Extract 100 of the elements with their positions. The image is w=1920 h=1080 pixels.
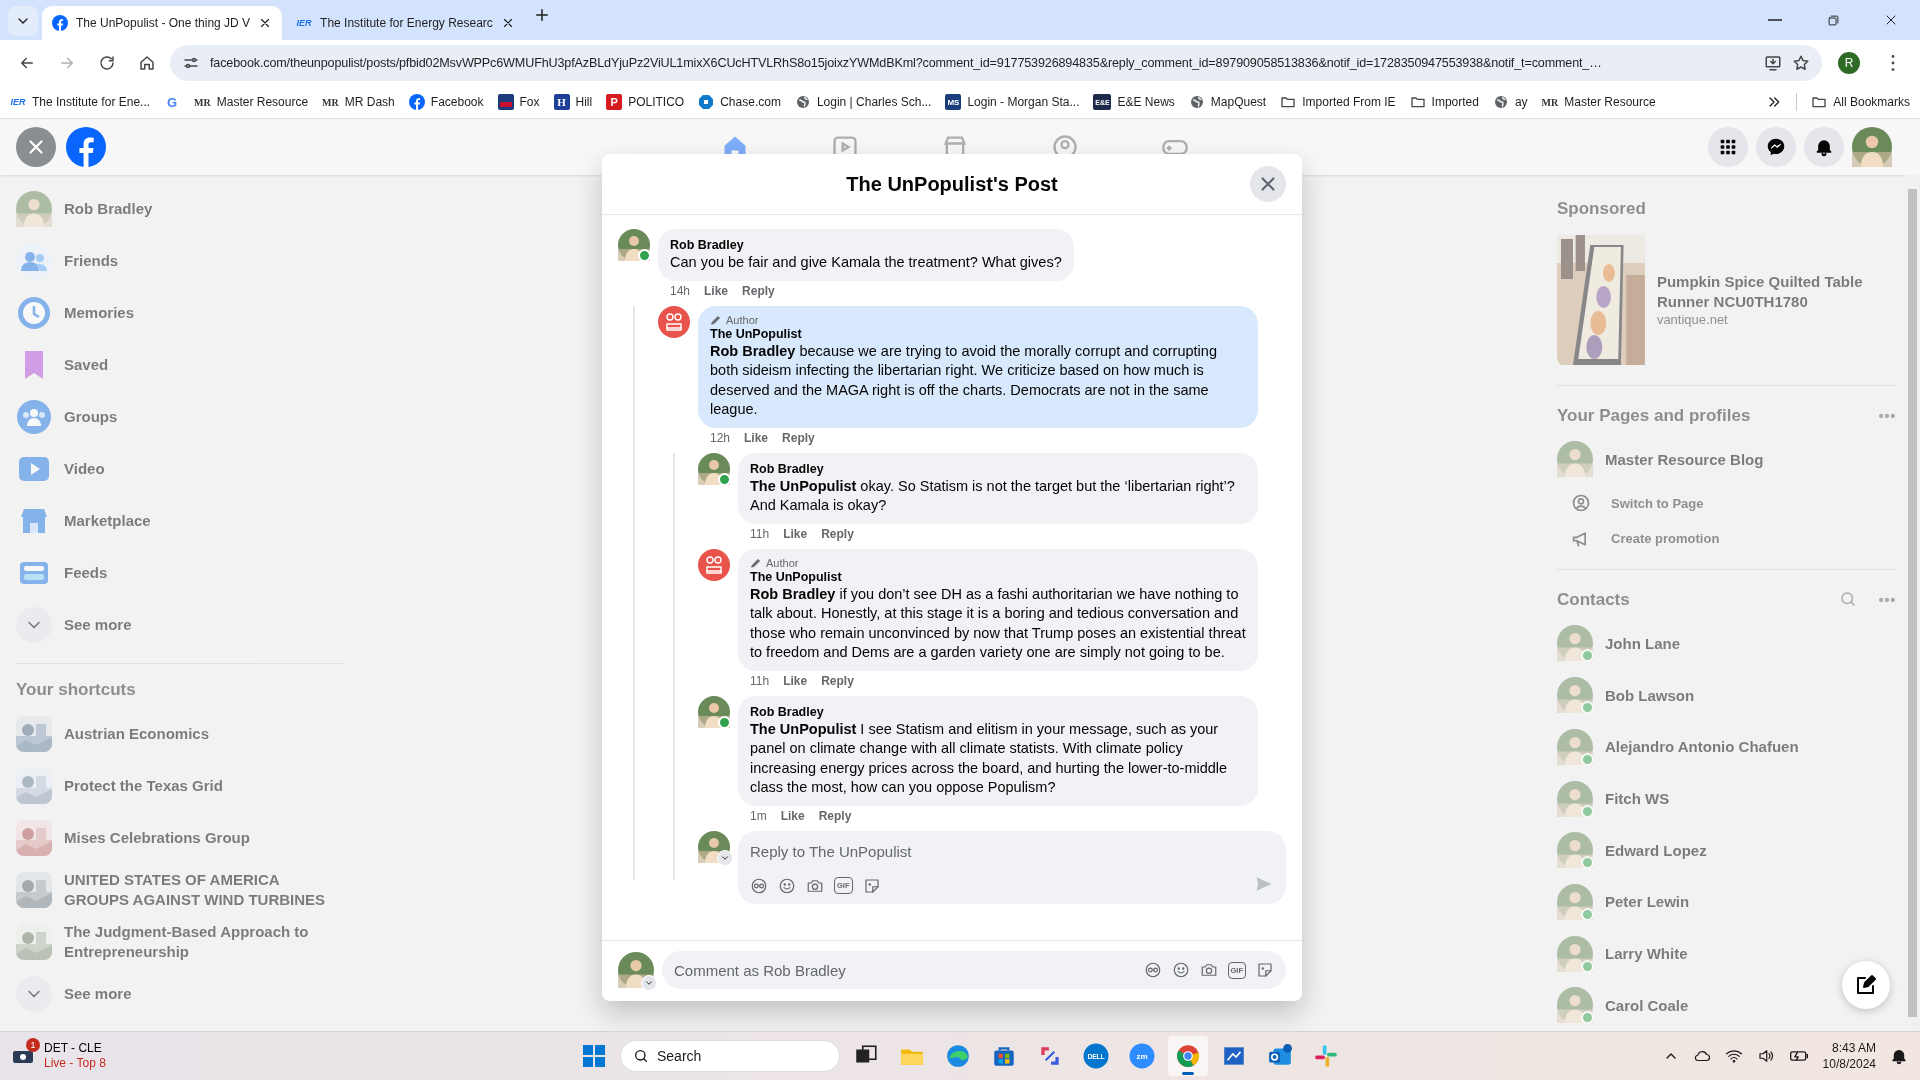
like-link[interactable]: Like <box>780 808 805 823</box>
contact-item[interactable]: Edward Lopez <box>1557 824 1897 877</box>
sidebar-item[interactable]: Marketplace <box>8 495 352 547</box>
sidebar-item[interactable]: Memories <box>8 287 352 339</box>
weather-widget[interactable]: 1 DET - CLE Live - Top 8 <box>12 1041 106 1071</box>
volume-icon[interactable] <box>1756 1047 1775 1065</box>
comment-author[interactable]: Rob Bradley <box>670 237 1062 253</box>
address-bar[interactable] <box>170 45 1822 81</box>
shortcut-item[interactable]: Mises Celebrations Group <box>8 812 352 864</box>
like-link[interactable]: Like <box>704 283 729 298</box>
shortcut-item[interactable]: The Judgment-Based Approach to Entrepreneurship <box>8 916 352 968</box>
bell-icon[interactable] <box>1890 1047 1908 1065</box>
sidebar-item[interactable]: Groups <box>8 391 352 443</box>
page-avatar[interactable] <box>658 305 690 338</box>
star-icon[interactable] <box>1792 54 1810 72</box>
bookmark[interactable]: G <box>164 94 181 110</box>
comment-time[interactable]: 11h <box>750 526 770 541</box>
avatar[interactable] <box>618 952 654 988</box>
shortcut-item[interactable]: Austrian Economics <box>8 708 352 760</box>
page-action[interactable]: Create promotion <box>1557 521 1897 557</box>
contact-item[interactable]: Fitch WS <box>1557 772 1897 825</box>
bookmark[interactable]: Fox <box>497 94 540 110</box>
bookmark[interactable]: MapQuest <box>1188 94 1267 110</box>
search-field[interactable]: Search <box>620 1040 840 1072</box>
reply-link[interactable]: Reply <box>742 283 775 298</box>
all-bookmarks-button[interactable]: All Bookmarks <box>1811 94 1910 110</box>
new-message-button[interactable] <box>1842 961 1890 1009</box>
bookmark[interactable]: P POLITICO <box>606 94 685 110</box>
sidebar-item[interactable]: Video <box>8 443 352 495</box>
menu-button[interactable] <box>1708 127 1748 167</box>
contact-item[interactable]: Peter Lewin <box>1557 876 1897 928</box>
bookmark[interactable]: MR Master Resource <box>194 94 309 110</box>
avatar[interactable] <box>1852 127 1892 167</box>
close-button[interactable] <box>1250 166 1286 202</box>
page-action[interactable]: Switch to Page <box>1557 485 1897 522</box>
comment-time[interactable]: 11h <box>750 673 770 688</box>
bookmark[interactable]: Imported <box>1409 94 1479 110</box>
taskbar-app[interactable]: zm <box>1122 1036 1162 1076</box>
bookmark[interactable]: Facebook <box>408 94 484 110</box>
reply-link[interactable]: Reply <box>818 808 852 823</box>
avatar[interactable] <box>698 695 730 728</box>
messenger-button[interactable] <box>1756 127 1796 167</box>
avatar-sticker-icon[interactable] <box>1143 961 1162 979</box>
bookmark[interactable]: IER The Institute for Ene... <box>10 94 151 110</box>
browser-tab[interactable]: The UnPopulist - One thing JD V <box>42 6 283 40</box>
shortcut-item[interactable]: UNITED STATES OF AMERICA GROUPS AGAINST WIND TURBINES <box>8 864 352 916</box>
close-button[interactable] <box>16 127 56 167</box>
sidebar-item[interactable]: Rob Bradley <box>8 183 352 235</box>
avatar[interactable] <box>618 229 650 261</box>
bookmark[interactable]: Imported From IE <box>1280 94 1396 110</box>
comment-author[interactable]: The UnPopulist <box>750 568 1246 585</box>
facebook-logo[interactable] <box>66 127 106 167</box>
emoji-icon[interactable] <box>778 876 796 895</box>
contact-item[interactable]: John Lane <box>1557 617 1897 670</box>
profile-button[interactable]: R <box>1838 52 1860 74</box>
url-text[interactable]: facebook.com/theunpopulist/posts/pfbid02MsvWPPc6WMUFhU3pfAzBLdYjuPz2ViUL1mixX6CUcHTVLRhS8o15joixzYWMdBKml?comment_id=917753926894835&reply_comment_id=897909058513836&notif_id=1728350947553938&notif_t=comment_… <box>210 56 1754 70</box>
bookmark[interactable]: H Hill <box>553 94 593 110</box>
page-item[interactable]: Master Resource Blog <box>1557 433 1897 486</box>
install-icon[interactable] <box>1764 54 1782 72</box>
bookmark[interactable]: MR MR Dash <box>322 94 395 110</box>
sidebar-item[interactable]: Saved <box>8 339 352 391</box>
like-link[interactable]: Like <box>744 430 769 445</box>
reply-link[interactable]: Reply <box>821 526 854 541</box>
reply-link[interactable]: Reply <box>782 430 815 445</box>
comment-time[interactable]: 1m <box>750 808 767 823</box>
search-icon[interactable] <box>1839 589 1857 608</box>
notifications-button[interactable] <box>1804 127 1844 167</box>
comment-author[interactable]: Rob Bradley <box>750 460 1246 477</box>
comment-time[interactable]: 12h <box>710 430 731 445</box>
emoji-icon[interactable] <box>1171 961 1190 979</box>
sticker-icon[interactable] <box>862 876 881 895</box>
avatar[interactable] <box>698 452 730 485</box>
avatar-sticker-icon[interactable] <box>750 876 768 895</box>
page-avatar[interactable] <box>698 548 730 581</box>
like-link[interactable]: Like <box>783 673 808 688</box>
tab-search-button[interactable] <box>8 6 38 36</box>
bookmark[interactable]: Chase.com <box>698 94 781 110</box>
sponsored-ad[interactable]: Pumpkin Spice Quilted Table Runner NCU0TH1780 vantique.net <box>1557 226 1897 373</box>
comment-time[interactable]: 14h <box>670 283 691 298</box>
contact-item[interactable]: Bob Lawson <box>1557 669 1897 721</box>
shortcut-item[interactable]: Protect the Texas Grid <box>8 760 352 812</box>
sidebar-item[interactable]: Friends <box>8 235 352 287</box>
reply-link[interactable]: Reply <box>821 673 854 688</box>
ad-title[interactable]: Pumpkin Spice Quilted Table Runner NCU0TH1780 <box>1656 272 1897 313</box>
comment-author[interactable]: The UnPopulist <box>710 325 1246 342</box>
clock[interactable]: 8:43 AM 10/8/2024 <box>1822 1040 1876 1072</box>
sticker-icon[interactable] <box>1256 961 1274 979</box>
bookmark[interactable]: MS Login - Morgan Sta... <box>945 94 1080 110</box>
wifi-icon[interactable] <box>1724 1047 1743 1065</box>
see-more-button[interactable]: See more <box>8 968 352 1020</box>
see-more-button[interactable]: See more <box>8 599 352 651</box>
comment-author[interactable]: Rob Bradley <box>750 703 1246 720</box>
bookmark[interactable]: ay <box>1492 94 1528 110</box>
bookmark[interactable]: MR Master Resource <box>1541 94 1656 110</box>
contact-item[interactable]: Alejandro Antonio Chafuen <box>1557 720 1897 773</box>
like-link[interactable]: Like <box>783 526 808 541</box>
bookmark[interactable]: Login | Charles Sch... <box>794 94 932 110</box>
browser-tab[interactable]: IER The Institute for Energy Researc <box>286 6 525 40</box>
sidebar-item[interactable]: Feeds <box>8 547 352 599</box>
camera-icon[interactable] <box>1199 961 1218 979</box>
